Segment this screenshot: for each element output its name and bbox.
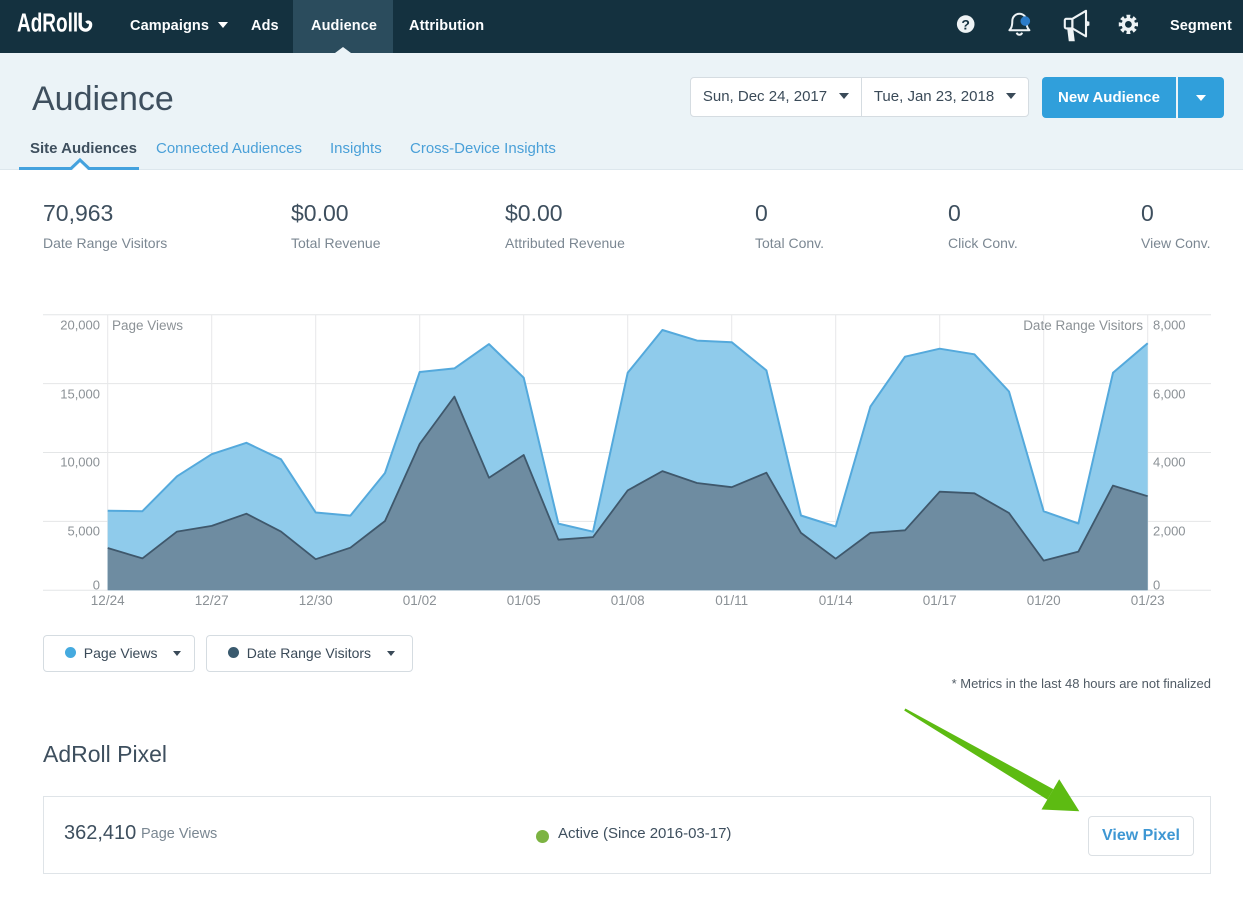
svg-text:01/23: 01/23 bbox=[1131, 593, 1165, 608]
svg-text:01/05: 01/05 bbox=[507, 593, 541, 608]
svg-text:01/14: 01/14 bbox=[819, 593, 853, 608]
svg-text:2,000: 2,000 bbox=[1153, 524, 1186, 539]
svg-text:5,000: 5,000 bbox=[67, 524, 100, 539]
svg-text:01/02: 01/02 bbox=[403, 593, 437, 608]
svg-text:0: 0 bbox=[93, 578, 100, 593]
svg-text:0: 0 bbox=[1153, 578, 1160, 593]
svg-text:20,000: 20,000 bbox=[60, 318, 100, 333]
svg-text:01/20: 01/20 bbox=[1027, 593, 1061, 608]
svg-text:8,000: 8,000 bbox=[1153, 318, 1186, 333]
svg-text:12/24: 12/24 bbox=[91, 593, 125, 608]
svg-text:10,000: 10,000 bbox=[60, 455, 100, 470]
svg-text:01/17: 01/17 bbox=[923, 593, 957, 608]
svg-text:15,000: 15,000 bbox=[60, 387, 100, 402]
svg-text:Page Views: Page Views bbox=[112, 318, 183, 333]
svg-text:12/30: 12/30 bbox=[299, 593, 333, 608]
svg-text:4,000: 4,000 bbox=[1153, 455, 1186, 470]
svg-text:6,000: 6,000 bbox=[1153, 387, 1186, 402]
svg-text:01/08: 01/08 bbox=[611, 593, 645, 608]
svg-text:Date Range Visitors: Date Range Visitors bbox=[1023, 318, 1143, 333]
svg-text:01/11: 01/11 bbox=[715, 593, 748, 608]
svg-text:12/27: 12/27 bbox=[195, 593, 229, 608]
